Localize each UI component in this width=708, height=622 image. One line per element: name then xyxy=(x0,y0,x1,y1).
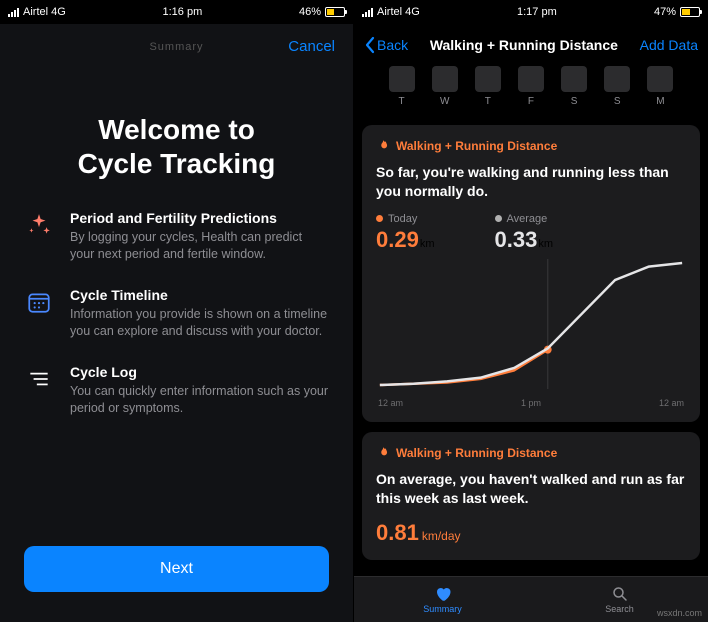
walking-running-distance-screen: Airtel 4G 1:17 pm 47% Back Walking + Run… xyxy=(354,0,708,622)
feature-item: Cycle Log You can quickly enter informat… xyxy=(24,364,329,417)
battery-fill xyxy=(327,9,334,15)
weekday-label: S xyxy=(614,96,621,107)
watermark: wsxdn.com xyxy=(657,608,702,618)
weekday-item[interactable]: W xyxy=(432,66,458,107)
metric-weekly-average: 0.81km/day xyxy=(376,520,686,546)
weekday-label: T xyxy=(485,96,491,107)
clock-label: 1:16 pm xyxy=(163,6,203,18)
heart-icon xyxy=(433,585,453,603)
feature-desc: You can quickly enter information such a… xyxy=(70,383,329,417)
feature-item: Period and Fertility Predictions By logg… xyxy=(24,210,329,263)
cancel-button[interactable]: Cancel xyxy=(288,38,335,55)
hero: Welcome to Cycle Tracking xyxy=(0,63,353,210)
calendar-icon xyxy=(24,287,54,340)
weekday-box xyxy=(561,66,587,92)
hero-title: Welcome to Cycle Tracking xyxy=(20,113,333,180)
features-list: Period and Fertility Predictions By logg… xyxy=(0,210,353,416)
battery-icon xyxy=(325,7,345,17)
feature-desc: Information you provide is shown on a ti… xyxy=(70,306,329,340)
cycle-tracking-onboarding-screen: Airtel 4G 1:16 pm 46% Summary Cancel Wel… xyxy=(0,0,354,622)
search-icon xyxy=(610,585,630,603)
insight-text: So far, you're walking and running less … xyxy=(376,163,686,201)
back-button[interactable]: Back xyxy=(364,36,408,54)
weekday-box xyxy=(604,66,630,92)
carrier-label: Airtel 4G xyxy=(23,6,66,18)
weekday-selector: TWTFSSM xyxy=(362,66,700,115)
list-icon xyxy=(24,364,54,417)
weekday-box xyxy=(389,66,415,92)
nav-bar: Back Walking + Running Distance Add Data xyxy=(354,24,708,66)
weekday-box xyxy=(518,66,544,92)
sparkle-icon xyxy=(24,210,54,263)
scroll-content[interactable]: T W T F S S M Walking + Running Distance So fa… xyxy=(354,66,708,574)
status-bar: Airtel 4G 1:17 pm 47% xyxy=(354,0,708,24)
insight-card-today-vs-average: Walking + Running Distance So far, you'r… xyxy=(362,125,700,422)
weekday-label: S xyxy=(571,96,578,107)
battery-percent: 46% xyxy=(299,6,321,18)
weekday-box xyxy=(475,66,501,92)
weekday-item[interactable]: S xyxy=(561,66,587,107)
status-bar: Airtel 4G 1:16 pm 46% xyxy=(0,0,353,24)
weekday-item[interactable]: F xyxy=(518,66,544,107)
feature-title: Period and Fertility Predictions xyxy=(70,210,329,226)
chart-x-axis: 12 am 1 pm 12 am xyxy=(376,398,686,408)
next-button[interactable]: Next xyxy=(24,546,329,592)
weekday-label: M xyxy=(656,96,664,107)
line-chart xyxy=(376,259,686,389)
tab-summary[interactable]: Summary xyxy=(354,577,531,622)
feature-title: Cycle Timeline xyxy=(70,287,329,303)
nav-center-faded: Summary xyxy=(149,41,203,53)
battery-percent: 47% xyxy=(654,6,676,18)
chevron-left-icon xyxy=(364,36,375,54)
feature-desc: By logging your cycles, Health can predi… xyxy=(70,229,329,263)
insight-text: On average, you haven't walked and run a… xyxy=(376,470,686,508)
signal-icon xyxy=(362,7,373,17)
feature-title: Cycle Log xyxy=(70,364,329,380)
page-title: Walking + Running Distance xyxy=(430,37,618,53)
weekday-item[interactable]: T xyxy=(475,66,501,107)
flame-icon xyxy=(376,139,390,153)
weekday-item[interactable]: T xyxy=(389,66,415,107)
insight-card-weekly-average: Walking + Running Distance On average, y… xyxy=(362,432,700,560)
battery-fill xyxy=(682,9,690,15)
weekday-label: F xyxy=(528,96,534,107)
clock-label: 1:17 pm xyxy=(517,6,557,18)
carrier-label: Airtel 4G xyxy=(377,6,420,18)
weekday-label: W xyxy=(440,96,449,107)
weekday-item[interactable]: M xyxy=(647,66,673,107)
metrics-row: Today 0.29km Average 0.33km xyxy=(376,213,686,253)
tab-bar: Summary Search xyxy=(354,576,708,622)
metric-average: Average 0.33km xyxy=(495,213,554,253)
metric-today: Today 0.29km xyxy=(376,213,435,253)
weekday-item[interactable]: S xyxy=(604,66,630,107)
weekday-box xyxy=(647,66,673,92)
weekday-box xyxy=(432,66,458,92)
nav-bar: Summary Cancel xyxy=(0,24,353,63)
add-data-button[interactable]: Add Data xyxy=(640,37,698,53)
flame-icon xyxy=(376,446,390,460)
weekday-label: T xyxy=(399,96,405,107)
card-header: Walking + Running Distance xyxy=(376,446,686,460)
battery-icon xyxy=(680,7,700,17)
dot-icon xyxy=(376,215,383,222)
dot-icon xyxy=(495,215,502,222)
signal-icon xyxy=(8,7,19,17)
card-header: Walking + Running Distance xyxy=(376,139,686,153)
feature-item: Cycle Timeline Information you provide i… xyxy=(24,287,329,340)
